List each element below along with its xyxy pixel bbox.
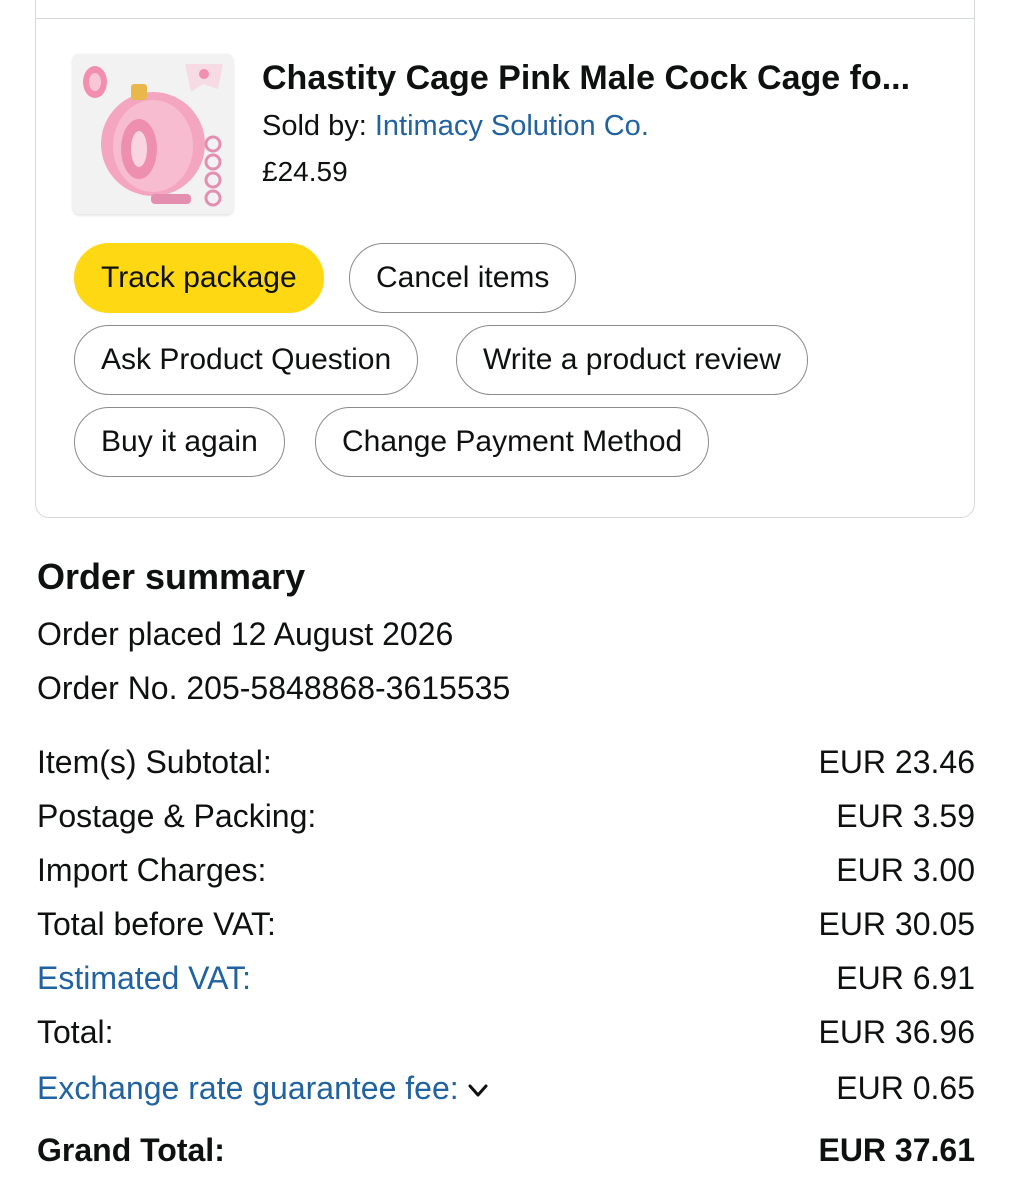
summary-label: Total: [37, 1014, 114, 1050]
product-thumbnail-graphic [73, 54, 233, 214]
summary-value: EUR 3.00 [836, 852, 975, 888]
summary-value: EUR 6.91 [836, 960, 975, 996]
product-title[interactable]: Chastity Cage Pink Male Cock Cage fo... [262, 56, 952, 100]
cancel-items-button[interactable]: Cancel items [349, 243, 577, 313]
summary-value: EUR 23.46 [818, 744, 975, 780]
summary-value: EUR 0.65 [836, 1070, 975, 1106]
buy-again-button[interactable]: Buy it again [74, 407, 285, 477]
summary-label: Grand Total: [37, 1132, 225, 1168]
sold-by-label: Sold by: [262, 110, 367, 142]
sold-by: Sold by: Intimacy Solution Co. [262, 108, 649, 144]
ask-product-question-button[interactable]: Ask Product Question [74, 325, 419, 395]
summary-row-total: Total: EUR 36.96 [37, 1012, 975, 1052]
track-package-button[interactable]: Track package [74, 243, 324, 313]
summary-label: Import Charges: [37, 852, 267, 888]
summary-label: Item(s) Subtotal: [37, 744, 272, 780]
order-placed-date: Order placed 12 August 2026 [37, 616, 454, 652]
divider [36, 18, 974, 19]
summary-value: EUR 30.05 [818, 906, 975, 942]
order-summary-heading: Order summary [37, 556, 306, 597]
write-review-button[interactable]: Write a product review [456, 325, 808, 395]
summary-value: EUR 37.61 [818, 1132, 975, 1168]
summary-row-grand-total: Grand Total: EUR 37.61 [37, 1130, 975, 1170]
summary-row-subtotal: Item(s) Subtotal: EUR 23.46 [37, 742, 975, 782]
summary-row-import-charges: Import Charges: EUR 3.00 [37, 850, 975, 890]
summary-value: EUR 3.59 [836, 798, 975, 834]
summary-row-estimated-vat: Estimated VAT: EUR 6.91 [37, 958, 975, 998]
estimated-vat-link[interactable]: Estimated VAT: [37, 958, 251, 998]
exchange-rate-fee-label: Exchange rate guarantee fee: [37, 1070, 459, 1106]
summary-row-total-before-vat: Total before VAT: EUR 30.05 [37, 904, 975, 944]
change-payment-method-button[interactable]: Change Payment Method [315, 407, 710, 477]
summary-label: Total before VAT: [37, 906, 276, 942]
summary-row-postage: Postage & Packing: EUR 3.59 [37, 796, 975, 836]
summary-label: Postage & Packing: [37, 798, 317, 834]
exchange-rate-fee-toggle[interactable]: Exchange rate guarantee fee: [37, 1068, 489, 1108]
product-price: £24.59 [262, 156, 348, 187]
product-image[interactable] [73, 54, 233, 214]
chevron-down-icon [468, 1084, 488, 1097]
summary-row-exchange-fee: Exchange rate guarantee fee: EUR 0.65 [37, 1068, 975, 1108]
seller-link[interactable]: Intimacy Solution Co. [375, 110, 649, 142]
summary-value: EUR 36.96 [818, 1014, 975, 1050]
order-number: Order No. 205-5848868-3615535 [37, 670, 511, 706]
